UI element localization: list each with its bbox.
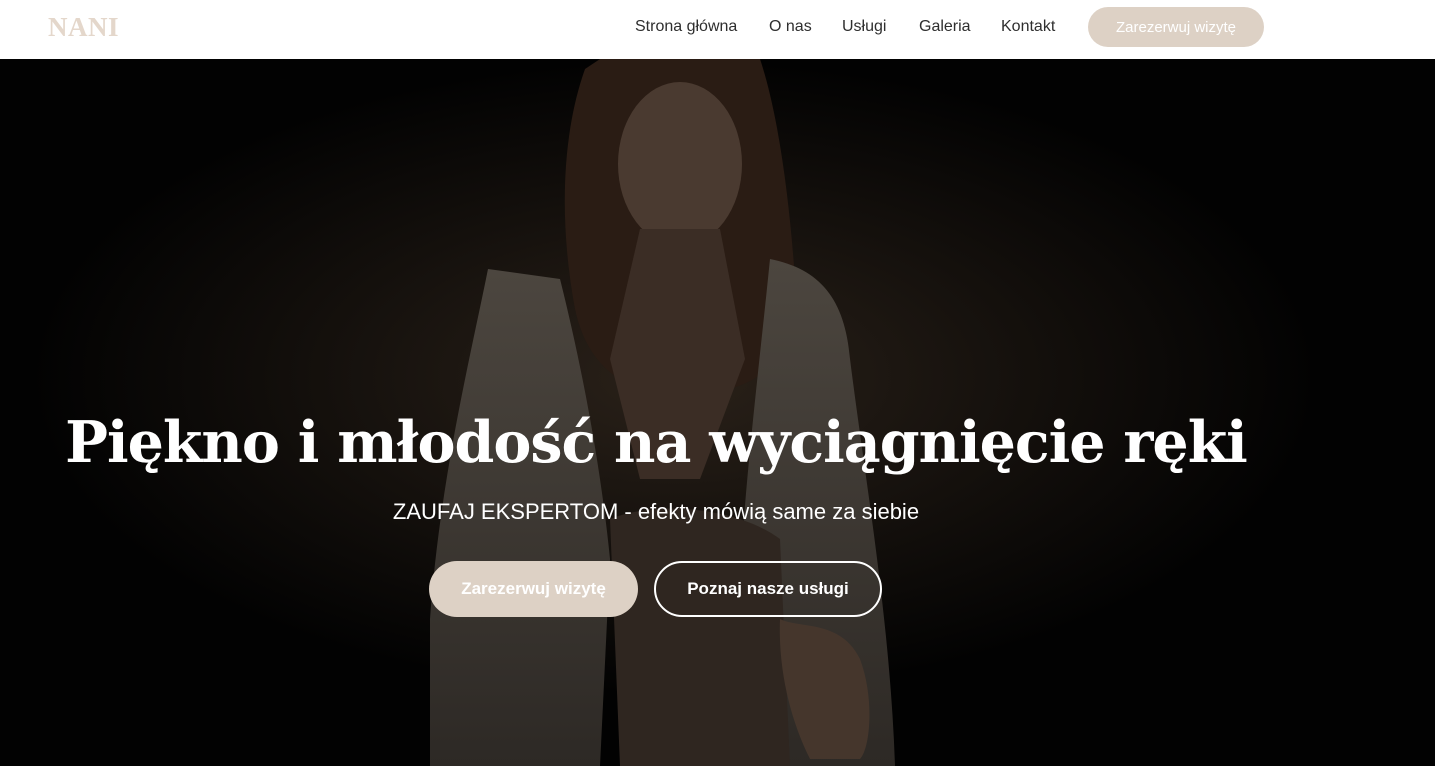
book-visit-button[interactable]: Zarezerwuj wizytę: [429, 561, 638, 617]
nav-link-gallery[interactable]: Galeria: [919, 17, 971, 37]
explore-services-button[interactable]: Poznaj nasze usługi: [654, 561, 882, 617]
nav-link-contact[interactable]: Kontakt: [1001, 17, 1055, 37]
book-visit-nav-button[interactable]: Zarezerwuj wizytę: [1088, 7, 1264, 47]
hero-subtitle: ZAUFAJ EKSPERTOM - efekty mówią same za …: [392, 499, 920, 524]
hero-section: Piękno i młodość na wyciągnięcie ręki ZA…: [0, 59, 1435, 766]
hero-title: Piękno i młodość na wyciągnięcie ręki: [65, 409, 1248, 476]
nav-link-home[interactable]: Strona główna: [635, 17, 737, 37]
navbar: NANI Strona główna O nas Usługi Galeria …: [0, 0, 1435, 59]
nav-link-services[interactable]: Usługi: [842, 17, 886, 37]
nav-link-about[interactable]: O nas: [769, 17, 812, 37]
